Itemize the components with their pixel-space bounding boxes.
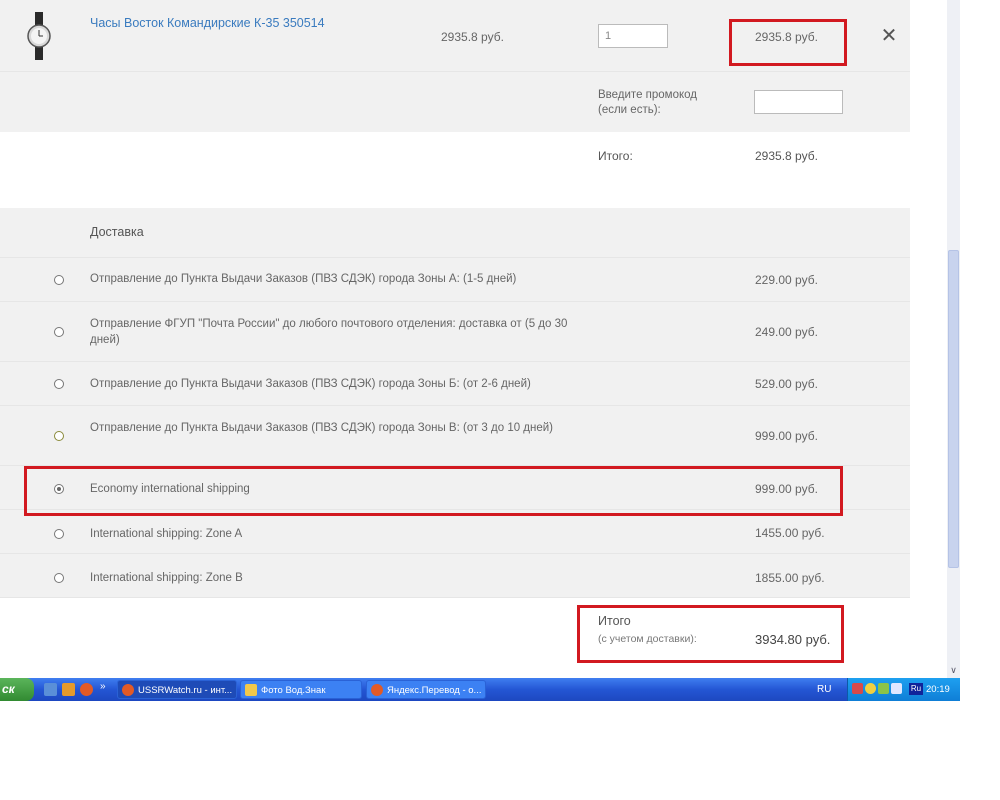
product-link[interactable]: Часы Восток Командирские К-35 350514 xyxy=(90,16,325,30)
shipping-option-price: 1855.00 руб. xyxy=(755,571,825,585)
shipping-radio[interactable] xyxy=(54,529,64,539)
highlight-box-grand-total xyxy=(577,605,844,663)
tray-language-icon[interactable]: Ru xyxy=(909,683,923,695)
tray-security-icon[interactable] xyxy=(865,683,876,694)
shipping-option-name: Отправление до Пункта Выдачи Заказов (ПВ… xyxy=(90,273,517,285)
quicklaunch-more-icon[interactable]: » xyxy=(100,678,106,696)
shipping-option-name: Отправление ФГУП "Почта России" до любог… xyxy=(90,318,568,346)
remove-item-icon[interactable]: ✕ xyxy=(880,26,898,46)
shipping-radio[interactable] xyxy=(54,327,64,337)
shipping-option-price: 1455.00 руб. xyxy=(755,526,825,540)
shipping-option-name: International shipping: Zone B xyxy=(90,572,243,584)
tray-volume-icon[interactable] xyxy=(891,683,902,694)
promo-code-input[interactable] xyxy=(754,90,843,114)
tray-network-icon[interactable] xyxy=(878,683,889,694)
highlight-box-line-total xyxy=(729,19,847,66)
scrollbar-thumb[interactable] xyxy=(948,250,959,568)
subtotal-value: 2935.8 руб. xyxy=(755,149,818,163)
folder-icon xyxy=(245,684,257,696)
unit-price: 2935.8 руб. xyxy=(441,30,504,44)
highlight-box-selected-shipping xyxy=(24,466,843,516)
shipping-option-price: 249.00 руб. xyxy=(755,325,818,339)
tray-app-icon[interactable] xyxy=(852,683,863,694)
watch-thumbnail[interactable] xyxy=(24,12,54,60)
shipping-option-name: Отправление до Пункта Выдачи Заказов (ПВ… xyxy=(90,378,531,390)
desktop-icon[interactable] xyxy=(44,683,57,696)
shipping-radio[interactable] xyxy=(54,431,64,441)
task-button-browser[interactable]: USSRWatch.ru - инт... xyxy=(117,680,237,699)
browser-icon[interactable] xyxy=(80,683,93,696)
media-icon[interactable] xyxy=(62,683,75,696)
subtotal-row xyxy=(0,132,910,208)
delivery-title: Доставка xyxy=(90,225,144,239)
task-button-label: Фото Вод.Знак xyxy=(261,685,326,696)
start-button[interactable]: ск xyxy=(0,678,34,701)
shipping-option-price: 229.00 руб. xyxy=(755,273,818,287)
shipping-radio[interactable] xyxy=(54,573,64,583)
quantity-input[interactable] xyxy=(598,24,668,48)
task-button-label: USSRWatch.ru - инт... xyxy=(138,685,233,696)
firefox-icon xyxy=(122,684,134,696)
subtotal-label: Итого: xyxy=(598,149,633,163)
shipping-option-price: 999.00 руб. xyxy=(755,429,818,443)
language-indicator[interactable]: RU xyxy=(817,678,831,701)
task-button-label: Яндекс.Перевод - о... xyxy=(387,685,482,696)
scroll-down-icon[interactable]: ∨ xyxy=(948,664,959,676)
task-button-folder[interactable]: Фото Вод.Знак xyxy=(240,680,362,699)
shipping-option-name: International shipping: Zone A xyxy=(90,528,243,540)
task-button-translate[interactable]: Яндекс.Перевод - о... xyxy=(366,680,486,699)
shipping-option-price: 529.00 руб. xyxy=(755,377,818,391)
shipping-option-name: Отправление до Пункта Выдачи Заказов (ПВ… xyxy=(90,422,554,434)
clock: 20:19 xyxy=(926,684,950,695)
promo-label: Введите промокод (если есть): xyxy=(598,89,697,116)
shipping-radio[interactable] xyxy=(54,275,64,285)
shipping-radio[interactable] xyxy=(54,379,64,389)
firefox-icon xyxy=(371,684,383,696)
cart-page: Часы Восток Командирские К-35 350514 293… xyxy=(0,0,947,678)
